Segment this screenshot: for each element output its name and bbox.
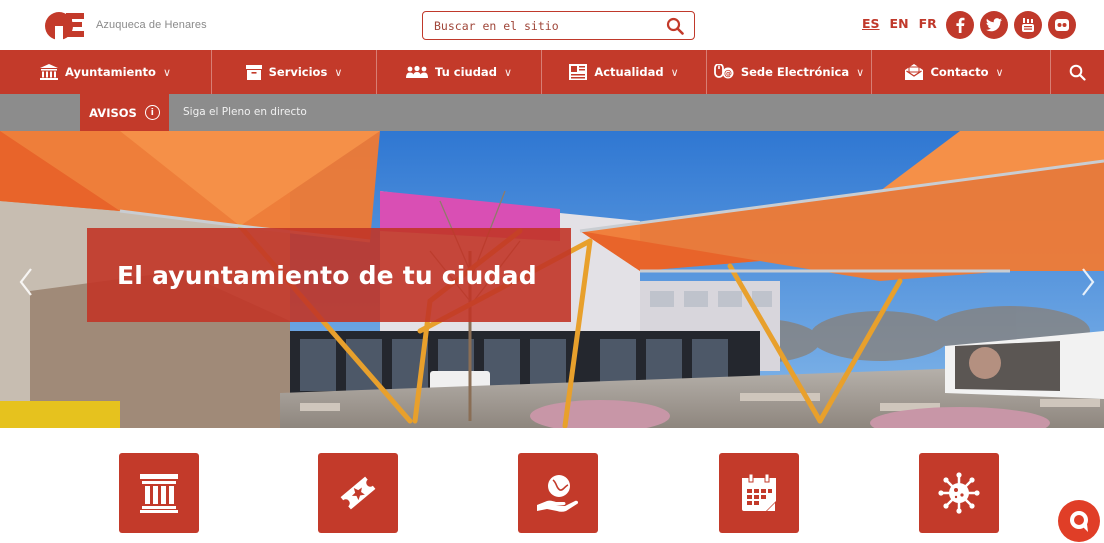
site-name: Azuqueca de Henares (96, 19, 207, 31)
tile-participacion[interactable] (518, 453, 598, 533)
hero-title: El ayuntamiento de tu ciudad (117, 260, 537, 290)
nav-actualidad[interactable]: Actualidad ∨ (542, 50, 707, 94)
archive-box-icon (245, 65, 262, 80)
nav-tu-ciudad[interactable]: Tu ciudad ∨ (377, 50, 542, 94)
social-links (946, 11, 1076, 39)
svg-text:@: @ (724, 69, 732, 78)
notice-message-link[interactable]: Siga el Pleno en directo (183, 106, 307, 118)
notices-bar: AVISOS i Siga el Pleno en directo (0, 94, 1104, 131)
nav-sede-electronica[interactable]: @ Sede Electrónica ∨ (707, 50, 872, 94)
youtube-link[interactable] (1014, 11, 1042, 39)
nav-label: Ayuntamiento (65, 65, 156, 79)
newspaper-icon (569, 64, 588, 80)
logo-mark-icon (45, 12, 84, 42)
chevron-down-icon: ∨ (503, 65, 512, 79)
tile-ocio[interactable] (318, 453, 398, 533)
search-button[interactable] (664, 15, 686, 37)
twitter-icon (986, 18, 1002, 32)
info-icon[interactable]: i (144, 105, 160, 120)
flickr-icon (1055, 19, 1069, 31)
columns-icon (140, 474, 178, 513)
notices-title: AVISOS (89, 105, 137, 120)
twitter-link[interactable] (980, 11, 1008, 39)
main-navigation: Ayuntamiento ∨ Servicios ∨ Tu ciudad ∨ A… (0, 50, 1104, 94)
carousel-next-button[interactable] (1076, 262, 1100, 302)
chevron-down-icon: ∨ (995, 65, 1004, 79)
lang-fr[interactable]: FR (919, 16, 937, 31)
mouse-at-icon: @ (713, 64, 734, 79)
tile-ayuntamiento[interactable] (119, 453, 199, 533)
columns-icon (40, 64, 58, 80)
flickr-link[interactable] (1048, 11, 1076, 39)
nav-label: Actualidad (594, 65, 664, 79)
notices-label: AVISOS i (80, 94, 169, 131)
search-icon (1069, 64, 1086, 81)
nav-ayuntamiento[interactable]: Ayuntamiento ∨ (0, 50, 212, 94)
youtube-icon (1022, 18, 1034, 32)
nav-label: Contacto (930, 65, 989, 79)
hero-caption: El ayuntamiento de tu ciudad (87, 228, 571, 322)
nav-label: Servicios (268, 65, 328, 79)
chevron-down-icon: ∨ (334, 65, 343, 79)
lang-es[interactable]: ES (862, 16, 880, 31)
virus-icon (938, 472, 980, 514)
hero-carousel: El ayuntamiento de tu ciudad (0, 131, 1104, 428)
site-logo[interactable]: Azuqueca de Henares (44, 7, 207, 43)
carousel-prev-button[interactable] (14, 262, 38, 302)
top-bar: Azuqueca de Henares ES EN FR (0, 0, 1104, 50)
chat-button[interactable] (1058, 500, 1100, 542)
chevron-down-icon: ∨ (162, 65, 171, 79)
ticket-star-icon (340, 476, 376, 510)
chevron-right-icon (1082, 268, 1095, 296)
tile-agenda[interactable] (719, 453, 799, 533)
search-input[interactable] (434, 18, 644, 33)
people-icon (405, 65, 428, 78)
nav-label: Sede Electrónica (740, 65, 850, 79)
site-search (422, 11, 695, 40)
chevron-down-icon: ∨ (856, 65, 865, 79)
nav-contacto[interactable]: Contacto ∨ (872, 50, 1037, 94)
chevron-down-icon: ∨ (670, 65, 679, 79)
search-icon (666, 17, 684, 35)
tile-covid[interactable] (919, 453, 999, 533)
chevron-left-icon (19, 268, 32, 296)
nav-search-button[interactable] (1050, 50, 1104, 94)
lang-en[interactable]: EN (890, 16, 909, 31)
hand-globe-icon (537, 475, 579, 512)
facebook-link[interactable] (946, 11, 974, 39)
language-switcher: ES EN FR (862, 16, 937, 31)
calendar-icon (742, 473, 776, 512)
chat-bubble-icon (1070, 511, 1088, 532)
facebook-icon (956, 17, 965, 33)
nav-servicios[interactable]: Servicios ∨ (212, 50, 377, 94)
nav-label: Tu ciudad (434, 65, 497, 79)
envelope-icon (905, 64, 924, 80)
